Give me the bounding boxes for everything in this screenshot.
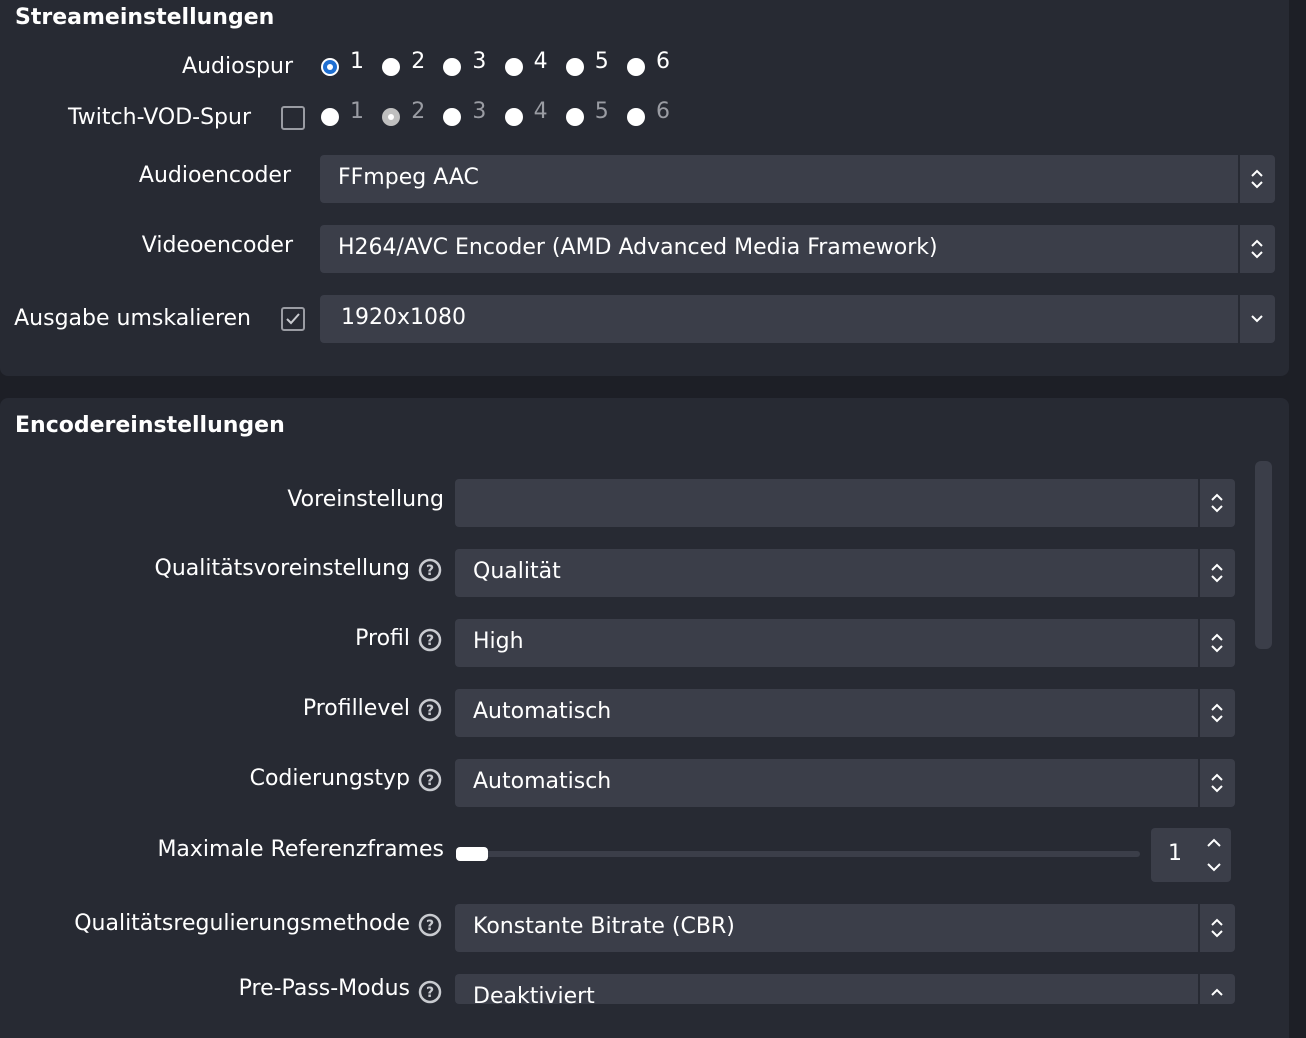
coding-type-value: Automatisch xyxy=(473,769,612,794)
audio-track-radio-3[interactable] xyxy=(443,58,462,76)
max-ref-frames-value: 1 xyxy=(1168,841,1182,866)
chevron-updown-icon xyxy=(1198,759,1235,807)
prepass-select[interactable]: Deaktiviert xyxy=(455,974,1235,1009)
max-ref-frames-slider-track[interactable] xyxy=(458,851,1140,857)
rescale-checkbox[interactable] xyxy=(281,307,305,331)
twitch-vod-track-radio-1[interactable] xyxy=(321,108,339,126)
twitch-vod-track-radio-label: 1 xyxy=(350,99,364,124)
coding-type-select[interactable]: Automatisch xyxy=(455,759,1235,807)
max-ref-frames-label: Maximale Referenzframes xyxy=(157,837,444,862)
chevron-updown-icon xyxy=(1198,479,1235,527)
profile-value: High xyxy=(473,629,524,654)
svg-text:?: ? xyxy=(426,773,434,789)
profile-label: Profil xyxy=(355,626,410,651)
rate-control-label: Qualitätsregulierungsmethode xyxy=(74,911,410,936)
max-ref-frames-slider-handle[interactable] xyxy=(456,847,488,861)
question-circle-icon[interactable]: ? xyxy=(418,628,442,652)
rescale-label: Ausgabe umskalieren xyxy=(14,306,251,331)
svg-text:?: ? xyxy=(426,703,434,719)
chevron-updown-icon xyxy=(1198,619,1235,667)
question-circle-icon[interactable]: ? xyxy=(418,980,442,1004)
profile-select[interactable]: High xyxy=(455,619,1235,667)
audio-track-radio-label: 6 xyxy=(656,49,670,74)
audio-track-radio-label: 5 xyxy=(594,49,609,74)
rescale-resolution-value: 1920x1080 xyxy=(341,305,466,330)
stream-settings-title: Streameinstellungen xyxy=(15,5,275,30)
twitch-vod-track-radio-5[interactable] xyxy=(565,108,584,126)
checkmark-icon xyxy=(286,313,300,325)
audio-track-radio-6[interactable] xyxy=(627,58,645,76)
question-circle-icon[interactable]: ? xyxy=(418,558,442,582)
rate-control-value: Konstante Bitrate (CBR) xyxy=(473,914,735,939)
video-encoder-value: H264/AVC Encoder (AMD Advanced Media Fra… xyxy=(338,235,938,260)
svg-text:?: ? xyxy=(426,985,434,1001)
svg-text:?: ? xyxy=(426,563,434,579)
audio-track-radio-1[interactable] xyxy=(321,58,339,76)
encoder-settings-title: Encodereinstellungen xyxy=(15,413,285,438)
audio-encoder-value: FFmpeg AAC xyxy=(338,165,479,190)
twitch-vod-track-radio-2[interactable] xyxy=(382,108,401,126)
twitch-vod-track-radio-3[interactable] xyxy=(443,108,462,126)
svg-text:?: ? xyxy=(426,633,434,649)
prepass-label: Pre-Pass-Modus xyxy=(238,976,410,1001)
audio-encoder-label: Audioencoder xyxy=(138,163,291,188)
video-encoder-label: Videoencoder xyxy=(141,233,293,258)
quality-preset-label: Qualitätsvoreinstellung xyxy=(154,556,411,581)
quality-preset-select[interactable]: Qualität xyxy=(455,549,1235,597)
twitch-vod-track-radio-label: 3 xyxy=(472,99,487,124)
preset-select[interactable] xyxy=(455,479,1235,527)
audio-track-radio-label: 2 xyxy=(411,49,426,74)
profile-level-value: Automatisch xyxy=(473,699,612,724)
question-circle-icon[interactable]: ? xyxy=(418,768,442,792)
quality-preset-value: Qualität xyxy=(473,559,561,584)
twitch-vod-track-radio-4[interactable] xyxy=(504,108,523,126)
chevron-up-icon xyxy=(1207,838,1221,847)
twitch-vod-checkbox[interactable] xyxy=(281,106,305,130)
chevron-updown-icon xyxy=(1238,155,1275,203)
audio-track-radio-label: 4 xyxy=(533,49,548,74)
chevron-updown-icon xyxy=(1198,549,1235,597)
audio-track-radio-label: 1 xyxy=(350,49,364,74)
profile-level-label: Profillevel xyxy=(302,696,410,721)
chevron-updown-icon xyxy=(1198,904,1235,952)
question-circle-icon[interactable]: ? xyxy=(418,913,442,937)
audio-track-label: Audiospur xyxy=(182,54,293,79)
svg-text:?: ? xyxy=(426,918,434,934)
twitch-vod-track-radio-label: 5 xyxy=(594,99,609,124)
chevron-updown-icon xyxy=(1198,974,1235,1004)
spin-arrows[interactable] xyxy=(1205,834,1223,880)
chevron-updown-icon xyxy=(1198,689,1235,737)
max-ref-frames-spinbox[interactable]: 1 xyxy=(1151,828,1231,882)
audio-track-radio-label: 3 xyxy=(472,49,487,74)
chevron-down-icon xyxy=(1238,295,1275,343)
question-circle-icon[interactable]: ? xyxy=(418,698,442,722)
scrollbar[interactable] xyxy=(1255,461,1272,649)
audio-track-radio-4[interactable] xyxy=(504,58,523,76)
stream-settings-panel: Streameinstellungen Audiospur 1 2 3 4 5 6 Twi… xyxy=(0,0,1289,376)
audio-track-radio-2[interactable] xyxy=(382,58,401,76)
rescale-resolution-select[interactable]: 1920x1080 xyxy=(320,295,1275,343)
twitch-vod-track-radio-label: 2 xyxy=(411,99,426,124)
rate-control-select[interactable]: Konstante Bitrate (CBR) xyxy=(455,904,1235,952)
profile-level-select[interactable]: Automatisch xyxy=(455,689,1235,737)
twitch-vod-label: Twitch-VOD-Spur xyxy=(68,105,251,130)
twitch-vod-track-radio-label: 4 xyxy=(533,99,548,124)
audio-encoder-select[interactable]: FFmpeg AAC xyxy=(320,155,1275,203)
twitch-vod-track-radio-6[interactable] xyxy=(627,108,645,126)
video-encoder-select[interactable]: H264/AVC Encoder (AMD Advanced Media Fra… xyxy=(320,225,1275,273)
twitch-vod-track-radio-label: 6 xyxy=(656,99,670,124)
coding-type-label: Codierungstyp xyxy=(249,766,410,791)
audio-track-radio-5[interactable] xyxy=(565,58,584,76)
preset-label: Voreinstellung xyxy=(287,487,444,512)
chevron-down-icon xyxy=(1207,863,1221,872)
chevron-updown-icon xyxy=(1238,225,1275,273)
